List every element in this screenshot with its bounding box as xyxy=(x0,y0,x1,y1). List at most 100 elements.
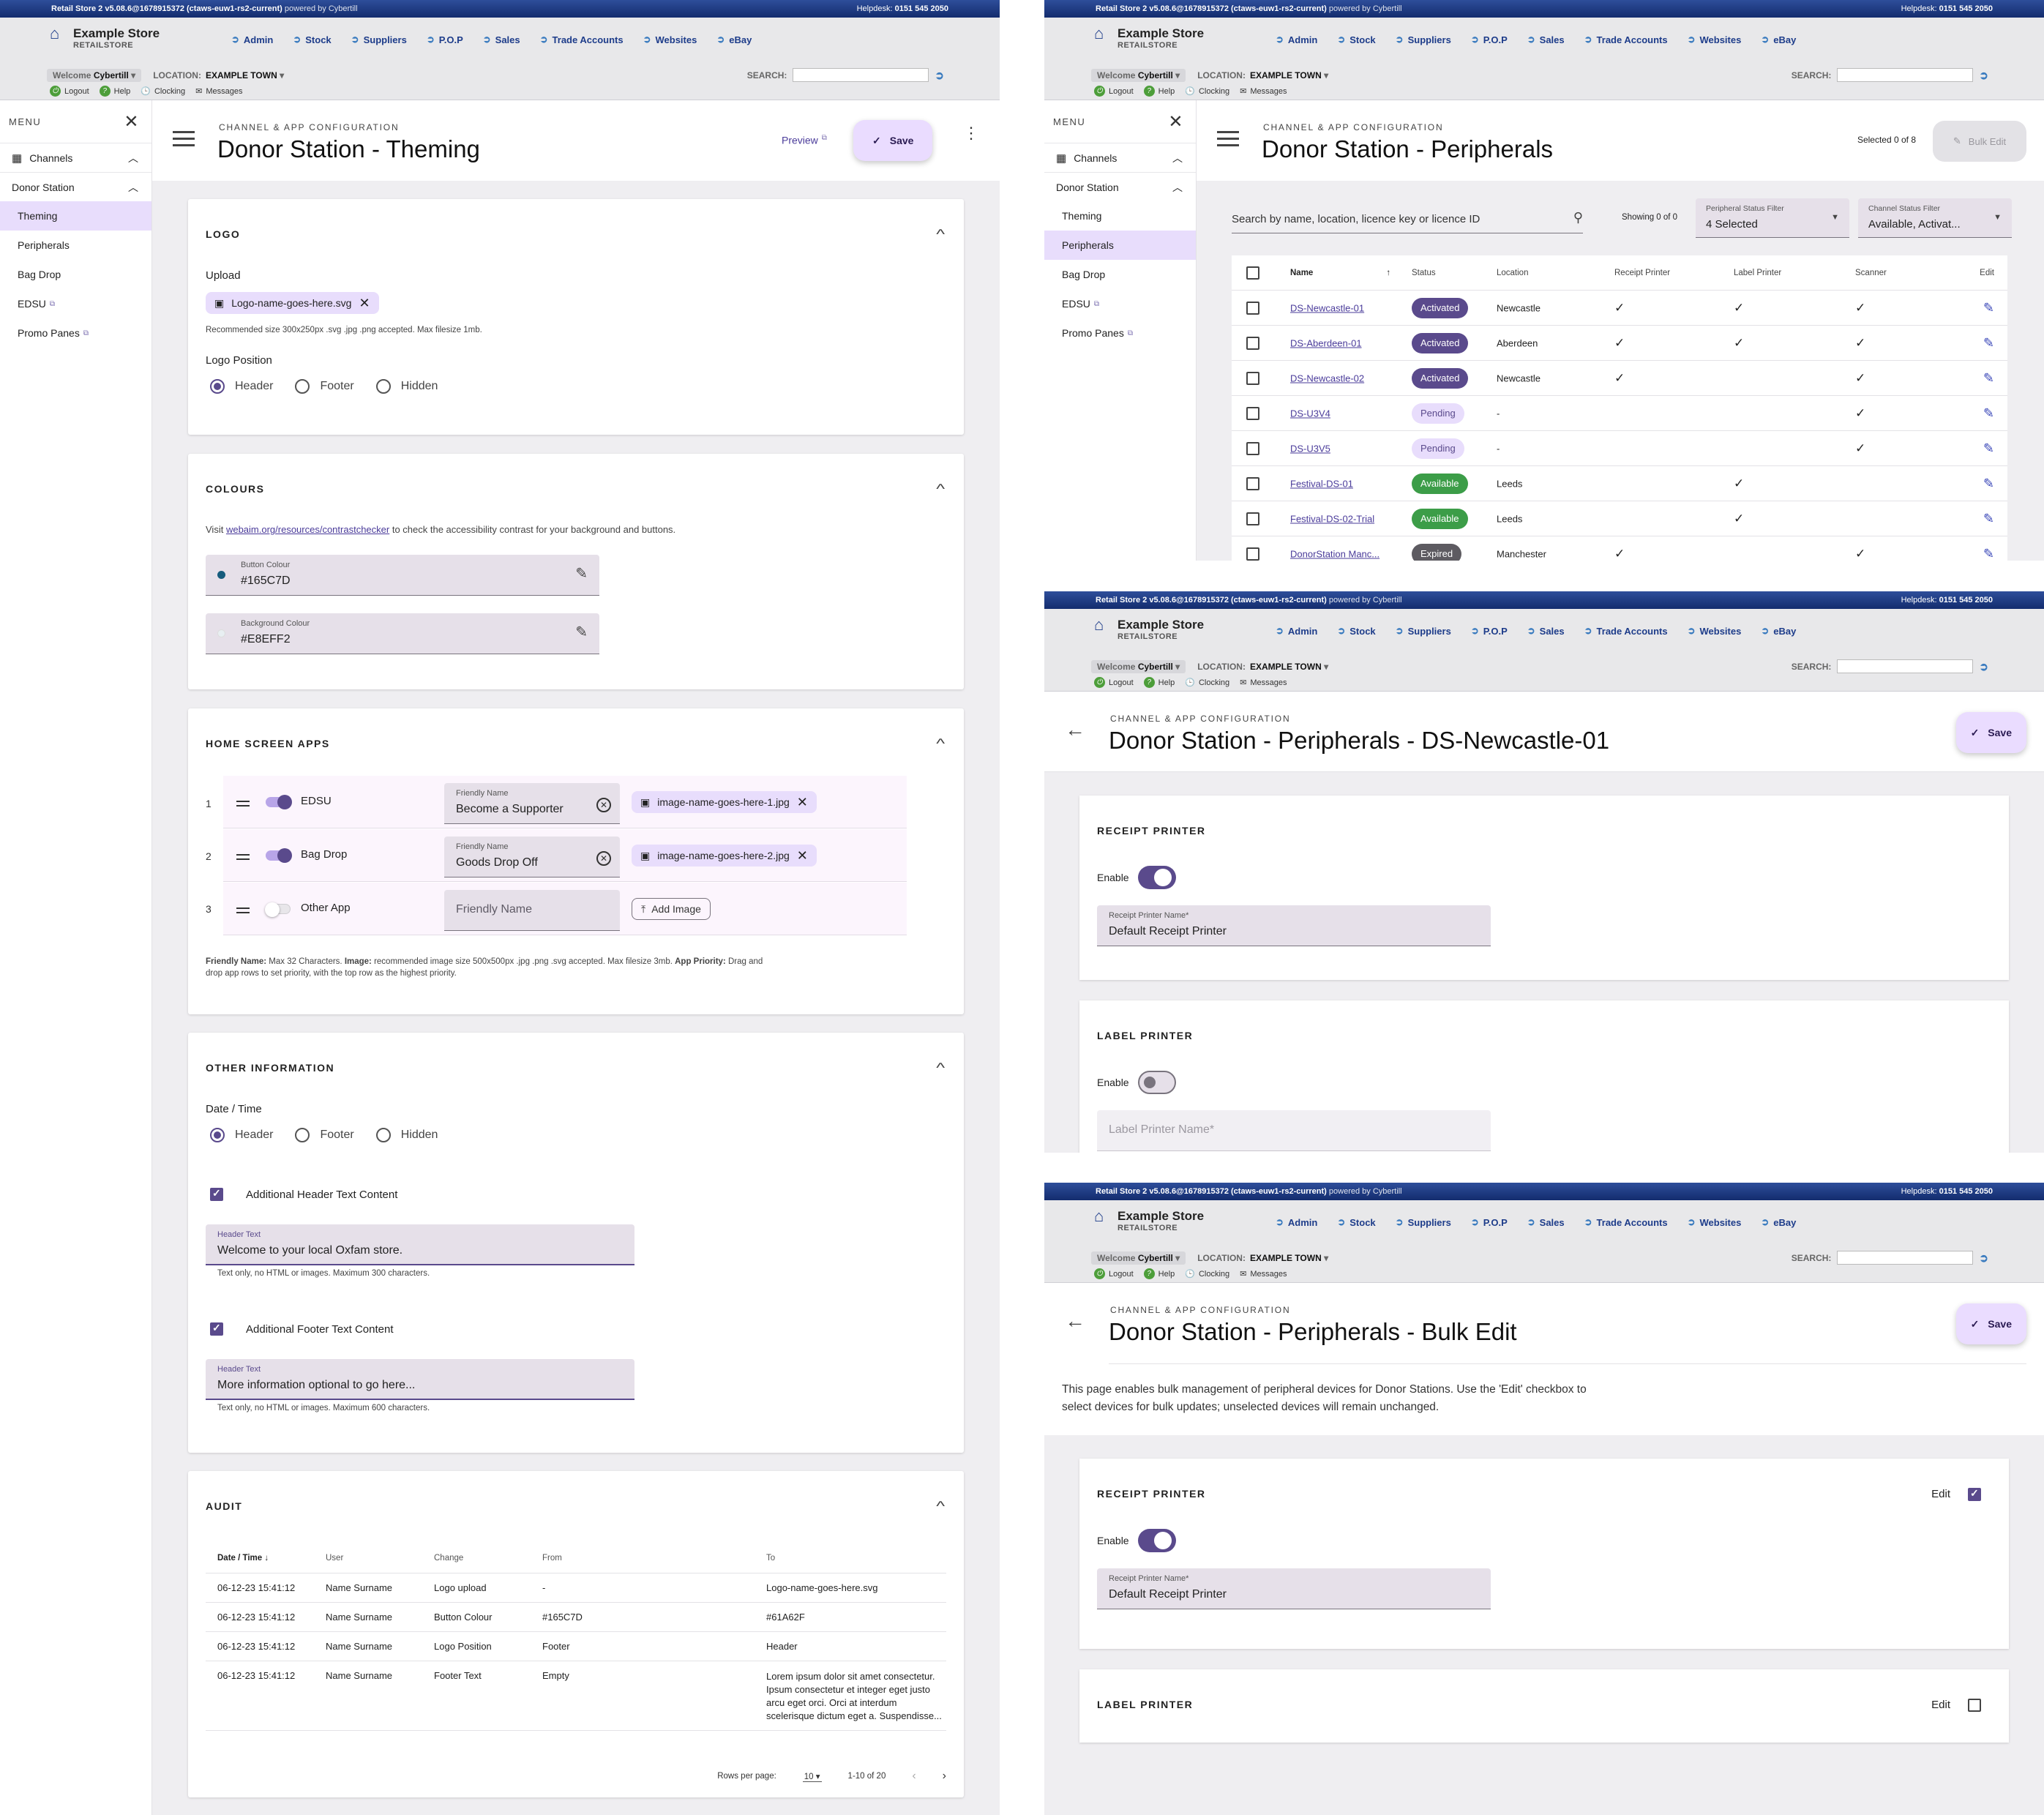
header-text-field[interactable]: Header Text Welcome to your local Oxfam s… xyxy=(206,1224,634,1265)
chevron-up-icon[interactable]: ^ xyxy=(936,1060,945,1076)
help-link[interactable]: ? Help xyxy=(99,86,130,97)
store-logo[interactable]: ⌂ Example Store RETAILSTORE xyxy=(1094,617,1204,642)
save-button[interactable]: ✓ Save xyxy=(1955,712,2026,753)
row-checkbox[interactable] xyxy=(1246,476,1259,490)
sidebar-item-peripherals[interactable]: Peripherals xyxy=(0,231,151,260)
edit-pencil-icon[interactable]: ✎ xyxy=(1983,405,1994,421)
clear-icon[interactable]: ✕ xyxy=(596,851,611,866)
nav-stock[interactable]: ➲ Stock xyxy=(1337,625,1375,637)
logout-link[interactable]: ⏻ Logout xyxy=(1094,86,1134,97)
hamburger-menu-icon[interactable] xyxy=(1217,131,1239,147)
row-checkbox[interactable] xyxy=(1246,512,1259,525)
background-colour-field[interactable]: Background Colour #E8EFF2 ✎ xyxy=(206,613,599,654)
nav-websites[interactable]: ➲ Websites xyxy=(1688,1216,1742,1228)
table-row[interactable]: DS-U3V5 Pending - ✓ ✎ xyxy=(1232,431,2007,466)
contrast-checker-link[interactable]: webaim.org/resources/contrastchecker xyxy=(226,524,389,535)
nav-ebay[interactable]: ➲ eBay xyxy=(1761,625,1796,637)
receipt-enable-toggle[interactable] xyxy=(1138,866,1176,889)
device-link[interactable]: Festival-DS-02-Trial xyxy=(1290,513,1374,524)
bulk-edit-button[interactable]: ✎ Bulk Edit xyxy=(1933,121,2026,162)
close-icon[interactable]: ✕ xyxy=(124,111,140,132)
nav-sales[interactable]: ➲ Sales xyxy=(1527,625,1565,637)
legacy-search-input[interactable] xyxy=(1837,1251,1974,1265)
logout-link[interactable]: ⏻ Logout xyxy=(50,86,89,97)
label-printer-name-field[interactable]: Label Printer Name* xyxy=(1097,1110,1491,1151)
device-link[interactable]: DS-U3V4 xyxy=(1290,408,1330,419)
select-all-checkbox[interactable] xyxy=(1246,266,1259,280)
radio-footer[interactable]: Footer xyxy=(295,379,354,394)
label-enable-toggle[interactable] xyxy=(1138,1071,1176,1094)
row-checkbox[interactable] xyxy=(1246,336,1259,350)
radio-footer[interactable]: Footer xyxy=(295,1128,354,1142)
bulk-receipt-printer-name-field[interactable]: Receipt Printer Name* Default Receipt Pri… xyxy=(1097,1568,1491,1609)
drag-handle-icon[interactable] xyxy=(236,801,250,807)
user-menu[interactable]: Welcome Cybertill ▾ xyxy=(1091,659,1186,673)
nav-suppliers[interactable]: ➲ Suppliers xyxy=(1396,1216,1451,1228)
sidebar-item-donor-station[interactable]: Donor Station ︿ xyxy=(0,172,151,201)
nav-suppliers[interactable]: ➲ Suppliers xyxy=(1396,34,1451,45)
nav-stock[interactable]: ➲ Stock xyxy=(293,34,331,45)
bulk-receipt-enable-toggle[interactable] xyxy=(1138,1529,1176,1552)
legacy-search-input[interactable] xyxy=(1837,659,1974,673)
sidebar-item-promo-panes[interactable]: Promo Panes ⧉ xyxy=(0,318,151,348)
sidebar-item-bag-drop[interactable]: Bag Drop xyxy=(1044,260,1196,289)
messages-link[interactable]: ✉ Messages xyxy=(1240,86,1287,97)
nav-admin[interactable]: ➲ Admin xyxy=(1276,1216,1317,1228)
store-logo[interactable]: ⌂ Example Store RETAILSTORE xyxy=(50,26,160,50)
device-link[interactable]: DS-Aberdeen-01 xyxy=(1290,337,1362,348)
sidebar-item-donor-station[interactable]: Donor Station ︿ xyxy=(1044,172,1196,201)
clocking-link[interactable]: 🕒 Clocking xyxy=(1185,86,1229,97)
location-select[interactable]: LOCATION: EXAMPLE TOWN ▾ xyxy=(1197,662,1328,672)
chevron-up-icon[interactable]: ^ xyxy=(936,1499,945,1514)
device-link[interactable]: Festival-DS-01 xyxy=(1290,478,1353,489)
legacy-search-input[interactable] xyxy=(1837,68,1974,82)
nav-pop[interactable]: ➲ P.O.P xyxy=(1471,1216,1508,1228)
location-select[interactable]: LOCATION: EXAMPLE TOWN ▾ xyxy=(1197,1253,1328,1263)
edit-pencil-icon[interactable]: ✎ xyxy=(1983,370,1994,386)
edit-pencil-icon[interactable]: ✎ xyxy=(1983,335,1994,351)
table-row[interactable]: DS-Aberdeen-01 Activated Aberdeen ✓ ✓ ✓ ✎ xyxy=(1232,326,2007,361)
radio-hidden[interactable]: Hidden xyxy=(375,379,438,394)
nav-admin[interactable]: ➲ Admin xyxy=(231,34,273,45)
nav-admin[interactable]: ➲ Admin xyxy=(1276,625,1317,637)
nav-ebay[interactable]: ➲ eBay xyxy=(1761,34,1796,45)
search-go-icon[interactable]: ➲ xyxy=(1979,69,1988,82)
save-button[interactable]: ✓ Save xyxy=(1955,1303,2026,1344)
friendly-name-field[interactable]: Friendly Name xyxy=(444,890,620,931)
row-checkbox[interactable] xyxy=(1246,406,1259,420)
help-link[interactable]: ? Help xyxy=(1143,86,1175,97)
hamburger-menu-icon[interactable] xyxy=(173,131,195,147)
remove-icon[interactable]: ✕ xyxy=(359,296,370,311)
nav-websites[interactable]: ➲ Websites xyxy=(1688,34,1742,45)
device-link[interactable]: DS-Newcastle-01 xyxy=(1290,302,1364,313)
remove-icon[interactable]: ✕ xyxy=(797,795,808,810)
footer-text-field[interactable]: Header Text More information optional to … xyxy=(206,1359,634,1400)
eyedropper-icon[interactable]: ✎ xyxy=(575,623,588,641)
clocking-link[interactable]: 🕒 Clocking xyxy=(141,86,185,97)
device-link[interactable]: DS-Newcastle-02 xyxy=(1290,373,1364,383)
sort-name-header[interactable]: Name ↑ xyxy=(1290,269,1390,277)
table-row[interactable]: DS-U3V4 Pending - ✓ ✎ xyxy=(1232,396,2007,431)
chevron-up-icon[interactable]: ^ xyxy=(936,227,945,242)
close-icon[interactable]: ✕ xyxy=(1168,111,1184,132)
app-image-chip[interactable]: ▣ image-name-goes-here-2.jpg ✕ xyxy=(632,845,817,867)
nav-sales[interactable]: ➲ Sales xyxy=(1527,34,1565,45)
app-toggle[interactable] xyxy=(265,902,291,917)
clocking-link[interactable]: 🕒 Clocking xyxy=(1185,1268,1229,1279)
location-select[interactable]: LOCATION: EXAMPLE TOWN ▾ xyxy=(153,70,284,81)
label-edit-checkbox[interactable] xyxy=(1968,1699,1981,1712)
rows-per-page-select[interactable]: 10 ▾ xyxy=(802,1771,822,1782)
peripheral-status-filter[interactable]: Peripheral Status Filter 4 Selected ▼ xyxy=(1696,198,1849,238)
back-arrow-icon[interactable]: ← xyxy=(1065,1309,1085,1333)
location-select[interactable]: LOCATION: EXAMPLE TOWN ▾ xyxy=(1197,70,1328,81)
nav-suppliers[interactable]: ➲ Suppliers xyxy=(1396,625,1451,637)
search-go-icon[interactable]: ➲ xyxy=(1979,660,1988,673)
nav-trade-accounts[interactable]: ➲ Trade Accounts xyxy=(540,34,624,45)
messages-link[interactable]: ✉ Messages xyxy=(1240,677,1287,688)
sidebar-item-channels[interactable]: ▦ Channels ︿ xyxy=(1044,143,1196,172)
sidebar-item-edsu[interactable]: EDSU ⧉ xyxy=(0,289,151,318)
receipt-edit-checkbox[interactable] xyxy=(1968,1487,1981,1501)
nav-stock[interactable]: ➲ Stock xyxy=(1337,34,1375,45)
row-checkbox[interactable] xyxy=(1246,371,1259,385)
edit-pencil-icon[interactable]: ✎ xyxy=(1983,441,1994,456)
